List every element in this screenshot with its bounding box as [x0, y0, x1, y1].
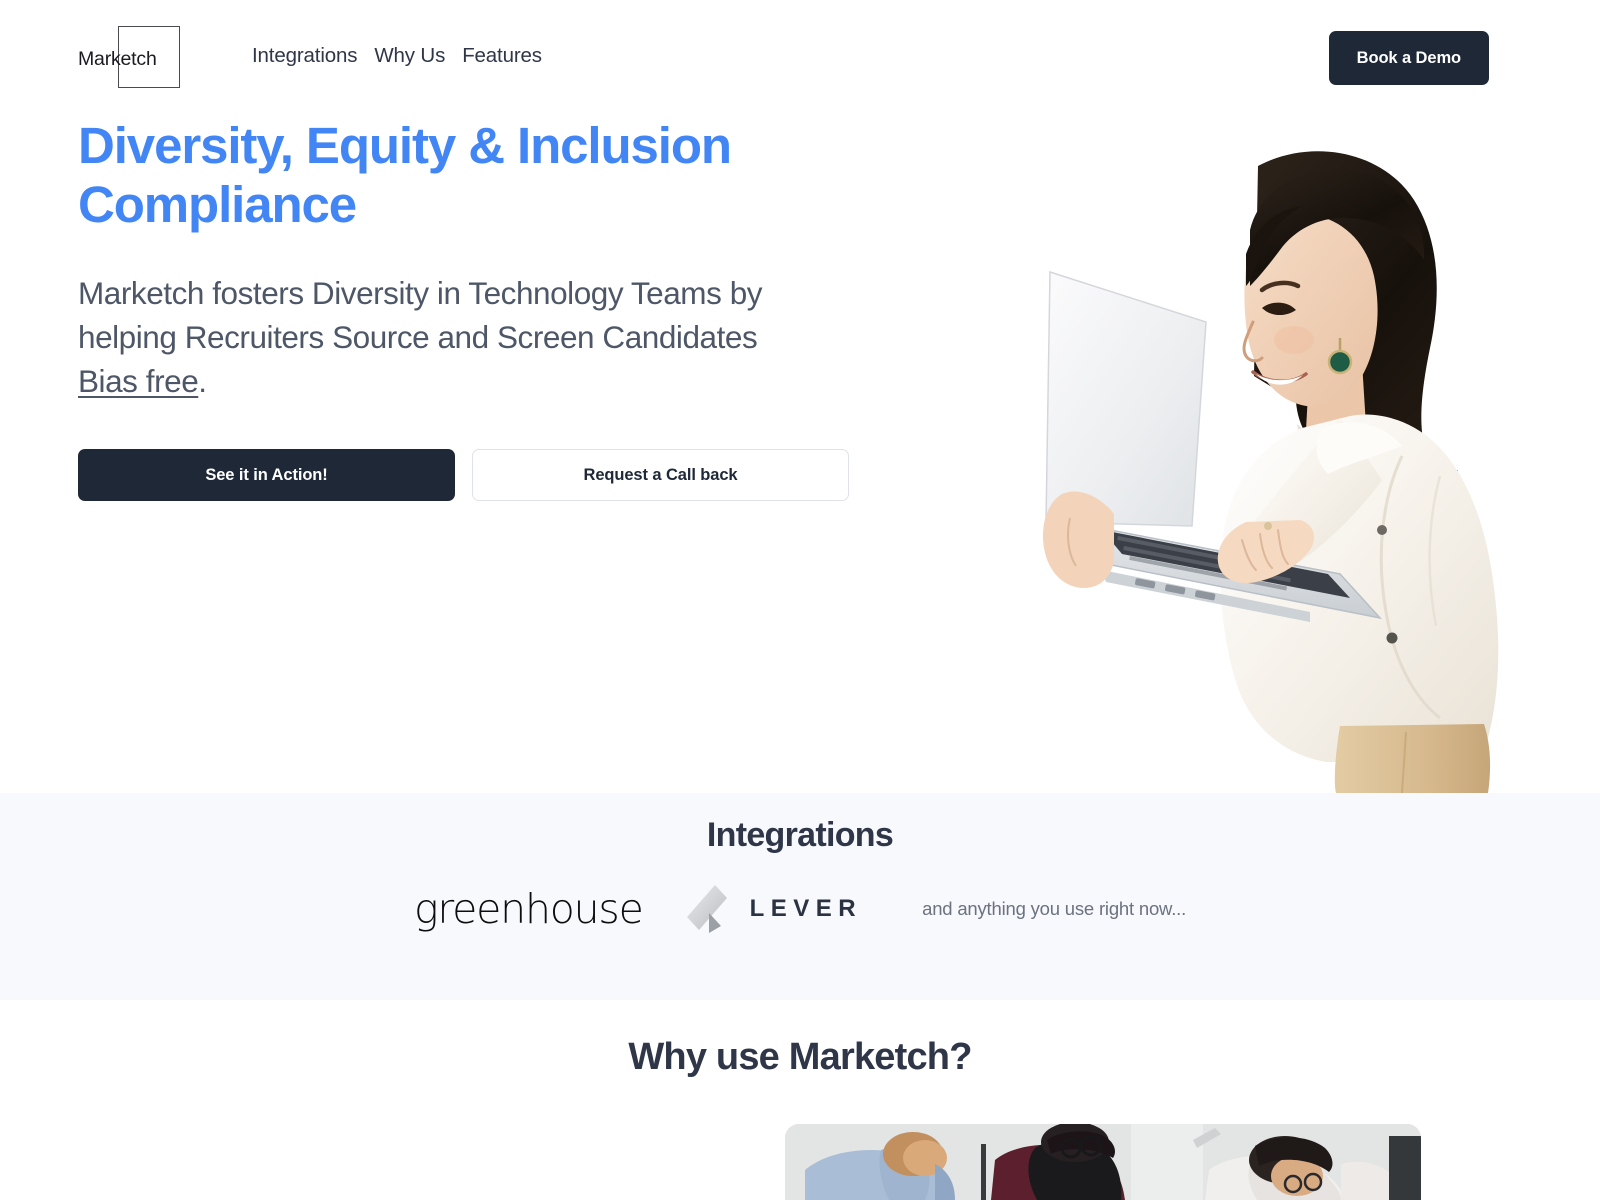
brand-logo[interactable]: Marketch — [78, 26, 182, 90]
request-a-call-back-button[interactable]: Request a Call back — [472, 449, 849, 501]
integrations-section: Integrations greenhouse LEVER and anythi… — [0, 793, 1600, 1000]
hero-copy: Diversity, Equity & Inclusion Compliance… — [78, 116, 878, 501]
integrations-title: Integrations — [706, 816, 894, 854]
why-image — [785, 1124, 1421, 1200]
nav-item-why-us[interactable]: Why Us — [374, 44, 445, 68]
hero-subtitle: Marketch fosters Diversity in Technology… — [78, 271, 778, 403]
hero-title: Diversity, Equity & Inclusion Compliance — [78, 117, 732, 233]
nav-item-features[interactable]: Features — [462, 44, 542, 68]
brand-name: Marketch — [78, 48, 157, 70]
landing-page: Marketch Integrations Why Us Features Bo… — [0, 0, 1600, 1200]
lever-logo[interactable]: LEVER — [686, 885, 863, 933]
see-it-in-action-button[interactable]: See it in Action! — [78, 449, 455, 501]
integrations-note: and anything you use right now... — [922, 898, 1187, 919]
hero-subtitle-tail: . — [198, 363, 207, 399]
hero-subtitle-emphasis: Bias free — [78, 363, 199, 399]
hero-image — [1010, 126, 1530, 793]
lever-wordmark: LEVER — [749, 895, 863, 922]
why-title: Why use Marketch? — [628, 1036, 972, 1078]
site-header: Marketch Integrations Why Us Features Bo… — [0, 0, 1600, 116]
nav-item-integrations[interactable]: Integrations — [252, 44, 357, 68]
why-section: Why use Marketch? — [0, 1000, 1600, 1200]
hero-section: Diversity, Equity & Inclusion Compliance… — [0, 116, 1600, 793]
skirt-shape — [1334, 724, 1491, 793]
book-a-demo-button[interactable]: Book a Demo — [1328, 31, 1489, 85]
lever-mark-icon — [686, 885, 727, 933]
primary-nav: Integrations Why Us Features — [252, 44, 542, 68]
hero-cta-group: See it in Action! Request a Call back — [78, 449, 878, 501]
hero-subtitle-lead: Marketch fosters Diversity in Technology… — [78, 275, 763, 355]
greenhouse-logo[interactable]: greenhouse — [414, 888, 644, 930]
integration-logos: greenhouse LEVER and anything you use ri… — [0, 885, 1600, 933]
